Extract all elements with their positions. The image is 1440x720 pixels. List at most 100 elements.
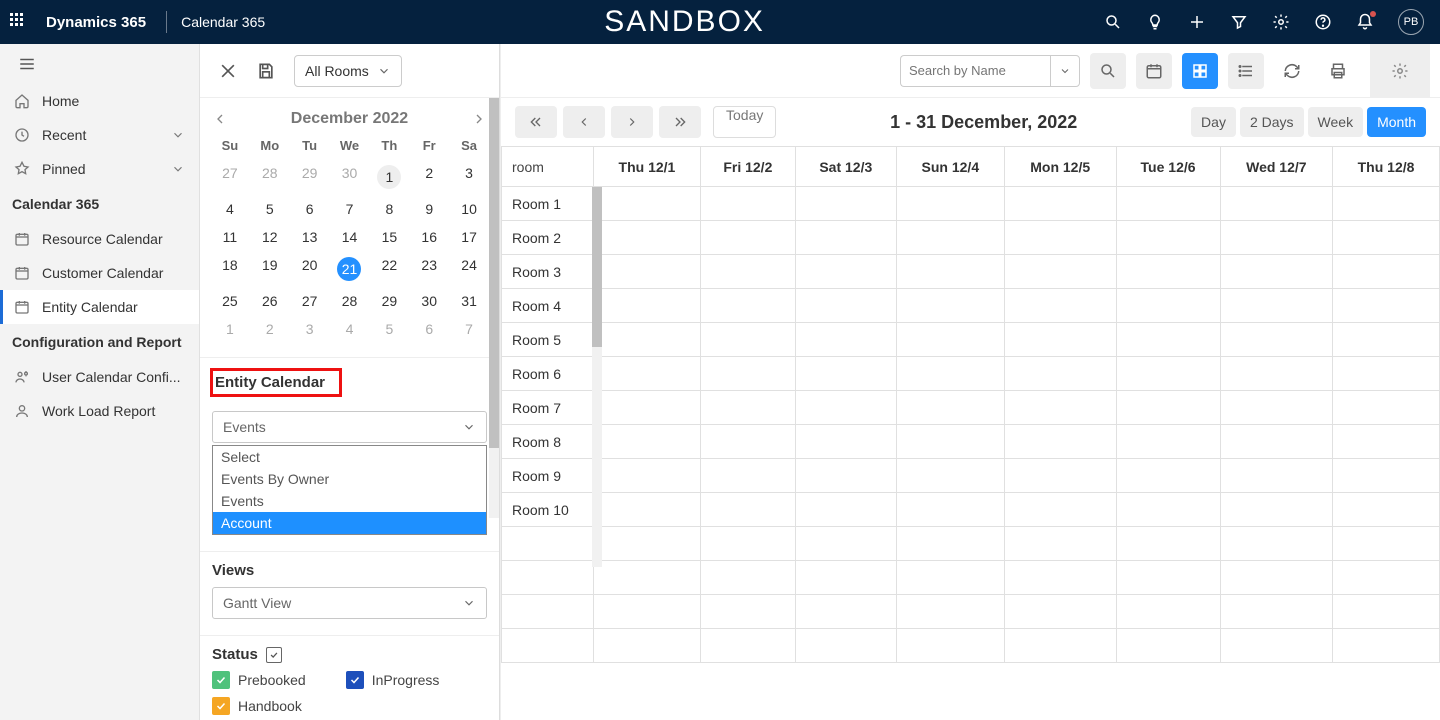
grid-cell[interactable] — [1116, 391, 1220, 425]
help-icon[interactable] — [1314, 13, 1332, 31]
mini-day[interactable]: 24 — [449, 251, 489, 287]
mini-day[interactable]: 16 — [409, 223, 449, 251]
room-cell[interactable]: Room 7 — [502, 391, 594, 425]
grid-cell[interactable] — [1004, 255, 1116, 289]
grid-cell[interactable] — [1333, 425, 1440, 459]
grid-cell[interactable] — [1333, 391, 1440, 425]
filter-icon[interactable] — [1230, 13, 1248, 31]
room-cell[interactable]: Room 8 — [502, 425, 594, 459]
grid-cell[interactable] — [700, 357, 795, 391]
mini-day[interactable]: 30 — [409, 287, 449, 315]
grid-cell[interactable] — [1220, 289, 1332, 323]
nav-user-calendar-config[interactable]: User Calendar Confi... — [0, 360, 199, 394]
grid-cell[interactable] — [1116, 357, 1220, 391]
grid-cell[interactable] — [594, 391, 701, 425]
grid-cell[interactable] — [896, 493, 1004, 527]
range-button[interactable]: Month — [1367, 107, 1426, 137]
grid-cell[interactable] — [896, 255, 1004, 289]
plus-icon[interactable] — [1188, 13, 1206, 31]
mini-day[interactable]: 28 — [330, 287, 370, 315]
grid-cell[interactable] — [1220, 425, 1332, 459]
grid-cell[interactable] — [1220, 187, 1332, 221]
grid-scrollbar[interactable] — [592, 187, 602, 567]
grid-cell[interactable] — [594, 323, 701, 357]
room-cell[interactable]: Room 2 — [502, 221, 594, 255]
grid-cell[interactable] — [594, 357, 701, 391]
mini-day[interactable]: 30 — [330, 159, 370, 195]
mini-day[interactable]: 21 — [330, 251, 370, 287]
grid-cell[interactable] — [1333, 187, 1440, 221]
mini-day[interactable]: 27 — [210, 159, 250, 195]
prev-fast-button[interactable] — [515, 106, 557, 138]
nav-resource-calendar[interactable]: Resource Calendar — [0, 222, 199, 256]
scrollbar[interactable] — [489, 98, 499, 518]
grid-cell[interactable] — [594, 459, 701, 493]
room-cell[interactable]: Room 4 — [502, 289, 594, 323]
grid-cell[interactable] — [896, 187, 1004, 221]
grid-cell[interactable] — [795, 391, 896, 425]
grid-cell[interactable] — [1116, 323, 1220, 357]
grid-cell[interactable] — [1116, 459, 1220, 493]
room-cell[interactable]: Room 10 — [502, 493, 594, 527]
mini-day[interactable]: 11 — [210, 223, 250, 251]
grid-cell[interactable] — [896, 459, 1004, 493]
grid-cell[interactable] — [594, 425, 701, 459]
mini-day[interactable]: 3 — [290, 315, 330, 343]
grid-cell[interactable] — [1004, 323, 1116, 357]
grid-cell[interactable] — [1333, 357, 1440, 391]
entity-option[interactable]: Select — [213, 446, 486, 468]
mini-day[interactable]: 25 — [210, 287, 250, 315]
mini-day[interactable]: 2 — [250, 315, 290, 343]
mini-day[interactable]: 26 — [250, 287, 290, 315]
mini-day[interactable]: 22 — [369, 251, 409, 287]
grid-cell[interactable] — [1116, 187, 1220, 221]
chevron-left-icon[interactable] — [212, 111, 228, 127]
app-label[interactable]: Calendar 365 — [181, 14, 265, 30]
grid-cell[interactable] — [1220, 357, 1332, 391]
panel-settings-button[interactable] — [1370, 44, 1430, 97]
mini-day[interactable]: 12 — [250, 223, 290, 251]
status-item[interactable]: Prebooked — [212, 671, 306, 689]
grid-cell[interactable] — [1220, 459, 1332, 493]
room-cell[interactable]: Room 5 — [502, 323, 594, 357]
grid-cell[interactable] — [700, 493, 795, 527]
grid-cell[interactable] — [1220, 323, 1332, 357]
entity-option[interactable]: Events By Owner — [213, 468, 486, 490]
mini-day[interactable]: 27 — [290, 287, 330, 315]
mini-day[interactable]: 3 — [449, 159, 489, 195]
hamburger-icon[interactable] — [0, 44, 199, 84]
search-input[interactable] — [900, 55, 1050, 87]
range-button[interactable]: Week — [1308, 107, 1364, 137]
grid-cell[interactable] — [1333, 289, 1440, 323]
grid-cell[interactable] — [1116, 425, 1220, 459]
grid-cell[interactable] — [1004, 493, 1116, 527]
grid-cell[interactable] — [1116, 255, 1220, 289]
entity-option[interactable]: Events — [213, 490, 486, 512]
grid-cell[interactable] — [1004, 357, 1116, 391]
grid-cell[interactable] — [795, 493, 896, 527]
mini-day[interactable]: 9 — [409, 195, 449, 223]
nav-customer-calendar[interactable]: Customer Calendar — [0, 256, 199, 290]
calendar-picker-button[interactable] — [1136, 53, 1172, 89]
mini-day[interactable]: 28 — [250, 159, 290, 195]
grid-cell[interactable] — [795, 289, 896, 323]
mini-day[interactable]: 2 — [409, 159, 449, 195]
today-button[interactable]: Today — [713, 106, 776, 138]
grid-cell[interactable] — [1004, 391, 1116, 425]
search-icon[interactable] — [1104, 13, 1122, 31]
mini-day[interactable]: 19 — [250, 251, 290, 287]
room-cell[interactable]: Room 3 — [502, 255, 594, 289]
mini-day[interactable]: 6 — [409, 315, 449, 343]
next-fast-button[interactable] — [659, 106, 701, 138]
avatar[interactable]: PB — [1398, 9, 1424, 35]
grid-cell[interactable] — [1004, 221, 1116, 255]
grid-cell[interactable] — [594, 187, 701, 221]
grid-cell[interactable] — [594, 255, 701, 289]
grid-cell[interactable] — [795, 255, 896, 289]
mini-day[interactable]: 31 — [449, 287, 489, 315]
room-cell[interactable]: Room 6 — [502, 357, 594, 391]
grid-cell[interactable] — [795, 221, 896, 255]
search-dropdown-button[interactable] — [1050, 55, 1080, 87]
nav-pinned[interactable]: Pinned — [0, 152, 199, 186]
app-launcher-icon[interactable] — [10, 13, 28, 31]
